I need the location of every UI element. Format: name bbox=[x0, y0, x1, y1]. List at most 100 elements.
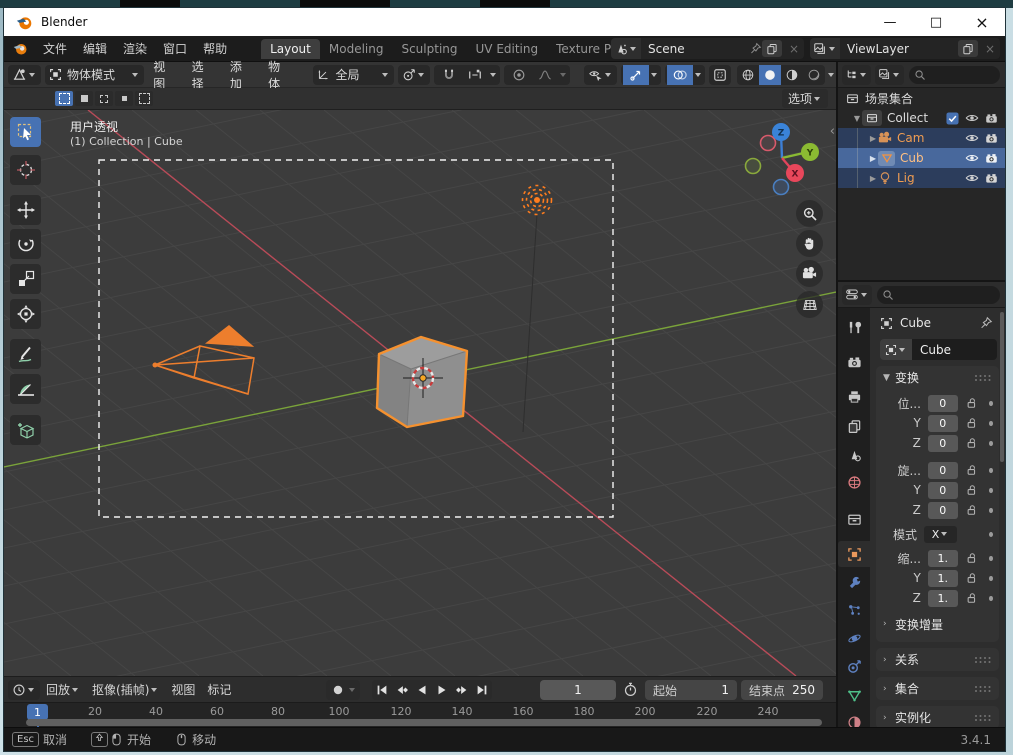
rotate-tool[interactable] bbox=[10, 229, 41, 259]
expand-arrow-icon[interactable]: ▶ bbox=[868, 174, 878, 183]
add-cube-tool[interactable] bbox=[10, 415, 41, 445]
jump-end-button[interactable] bbox=[472, 680, 492, 700]
select-mode-invert[interactable] bbox=[135, 91, 153, 106]
select-box-tool[interactable] bbox=[10, 117, 41, 147]
outliner-search-input[interactable] bbox=[909, 65, 1000, 84]
workspace-tab-modeling[interactable]: Modeling bbox=[320, 39, 393, 59]
hide-eye-icon[interactable] bbox=[965, 111, 979, 125]
animate-dot[interactable] bbox=[988, 595, 993, 601]
object-id-browse-button[interactable] bbox=[880, 339, 912, 360]
animate-dot[interactable] bbox=[988, 531, 993, 537]
gizmos-toggle[interactable] bbox=[623, 64, 650, 85]
animate-dot[interactable] bbox=[988, 467, 993, 473]
next-keyframe-button[interactable] bbox=[452, 680, 472, 700]
lock-icon[interactable] bbox=[966, 592, 978, 604]
tab-material[interactable] bbox=[838, 709, 870, 727]
shading-solid-button[interactable] bbox=[759, 64, 782, 85]
frame-start-field[interactable]: 起始 1 bbox=[645, 680, 737, 700]
outliner-row-light[interactable]: ▶ Lig bbox=[838, 168, 1005, 188]
frame-end-field[interactable]: 结束点 250 bbox=[741, 680, 823, 700]
annotate-tool[interactable] bbox=[10, 339, 41, 369]
tab-output[interactable] bbox=[838, 383, 870, 409]
animate-dot[interactable] bbox=[988, 400, 993, 406]
animate-dot[interactable] bbox=[988, 555, 993, 561]
tab-object-data[interactable] bbox=[838, 682, 870, 708]
rotation-mode-dropdown[interactable]: X bbox=[924, 525, 957, 543]
panel-grip-icon[interactable] bbox=[974, 656, 992, 664]
location-z-field[interactable]: 0 bbox=[927, 434, 958, 452]
transform-panel-header[interactable]: ▼ 变换 bbox=[876, 366, 999, 389]
proportional-edit-toggle[interactable] bbox=[506, 65, 532, 85]
sidebar-collapse-arrow[interactable]: ‹ bbox=[830, 124, 835, 139]
use-preview-range-button[interactable] bbox=[623, 682, 638, 697]
cursor-tool[interactable] bbox=[10, 155, 41, 185]
snap-target-button[interactable] bbox=[462, 65, 488, 85]
panel-grip-icon[interactable] bbox=[974, 685, 992, 693]
snap-toggle[interactable] bbox=[436, 65, 462, 85]
animate-dot[interactable] bbox=[988, 487, 993, 493]
shading-material-button[interactable] bbox=[781, 64, 804, 85]
options-dropdown[interactable]: 选项 bbox=[781, 89, 828, 108]
outliner-row-camera[interactable]: ▶ Cam bbox=[838, 128, 1005, 148]
location-y-field[interactable]: 0 bbox=[927, 414, 958, 432]
workspace-tab-sculpting[interactable]: Sculpting bbox=[392, 39, 466, 59]
hide-eye-icon[interactable] bbox=[965, 151, 979, 165]
3d-viewport[interactable]: Z Y X 用户透视 (1) Collection | Cube ‹ bbox=[4, 110, 836, 676]
workspace-tab-uvediting[interactable]: UV Editing bbox=[467, 39, 548, 59]
visibility-dropdown[interactable] bbox=[584, 64, 618, 85]
viewlayer-remove-button[interactable]: × bbox=[980, 42, 1000, 56]
properties-editor-type-button[interactable] bbox=[842, 284, 872, 305]
location-x-field[interactable]: 0 bbox=[927, 394, 958, 412]
outliner-editor-type-button[interactable] bbox=[842, 64, 871, 85]
collections-panel-header[interactable]: › 集合 bbox=[876, 677, 999, 700]
perspective-toggle-button[interactable] bbox=[796, 291, 823, 318]
menu-edit[interactable]: 编辑 bbox=[75, 40, 115, 57]
menu-window[interactable]: 窗口 bbox=[155, 40, 195, 57]
jump-start-button[interactable] bbox=[372, 680, 392, 700]
tab-constraints[interactable] bbox=[838, 653, 870, 679]
timeline-scrollbar[interactable] bbox=[26, 719, 822, 726]
play-reverse-button[interactable] bbox=[412, 680, 432, 700]
animate-dot[interactable] bbox=[988, 507, 993, 513]
hide-eye-icon[interactable] bbox=[965, 171, 979, 185]
scale-y-field[interactable]: 1. bbox=[927, 569, 958, 587]
viewlayer-name-field[interactable]: ViewLayer bbox=[840, 42, 958, 56]
timeline-menu-keying[interactable]: 抠像(插帧) bbox=[86, 681, 165, 698]
overlays-toggle[interactable] bbox=[667, 64, 694, 85]
scale-z-field[interactable]: 1. bbox=[927, 589, 958, 607]
lock-icon[interactable] bbox=[966, 437, 978, 449]
tab-scene[interactable] bbox=[838, 442, 870, 468]
outliner-display-mode-button[interactable] bbox=[875, 64, 904, 85]
hide-eye-icon[interactable] bbox=[965, 131, 979, 145]
viewlayer-browse-button[interactable] bbox=[810, 38, 840, 59]
current-frame-indicator[interactable]: 1 bbox=[27, 704, 48, 720]
lock-icon[interactable] bbox=[966, 397, 978, 409]
rotation-z-field[interactable]: 0 bbox=[927, 501, 958, 519]
maximize-button[interactable]: □ bbox=[913, 8, 959, 36]
object-name-field[interactable]: Cube bbox=[912, 339, 997, 360]
menu-view[interactable]: 视图 bbox=[144, 58, 182, 92]
scale-x-field[interactable]: 1. bbox=[927, 549, 958, 567]
tab-render[interactable] bbox=[838, 349, 870, 375]
delta-transform-panel-header[interactable]: › 变换增量 bbox=[876, 614, 999, 634]
menu-file[interactable]: 文件 bbox=[35, 40, 75, 57]
animate-dot[interactable] bbox=[988, 420, 993, 426]
transform-orientation-dropdown[interactable]: 全局 bbox=[313, 64, 395, 85]
shading-wireframe-button[interactable] bbox=[737, 64, 760, 85]
shading-rendered-button[interactable] bbox=[803, 64, 825, 85]
menu-object[interactable]: 物体 bbox=[259, 58, 297, 92]
rotation-y-field[interactable]: 0 bbox=[927, 481, 958, 499]
timeline-menu-marker[interactable]: 标记 bbox=[201, 681, 237, 698]
lock-icon[interactable] bbox=[966, 572, 978, 584]
current-frame-field[interactable]: 1 bbox=[540, 680, 616, 700]
properties-scrollbar[interactable] bbox=[1000, 312, 1004, 462]
select-mode-tweak[interactable] bbox=[55, 91, 73, 106]
mode-dropdown[interactable]: 物体模式 bbox=[45, 64, 145, 85]
workspace-tab-layout[interactable]: Layout bbox=[261, 38, 320, 59]
pan-button[interactable] bbox=[796, 230, 823, 257]
checkbox-icon[interactable] bbox=[946, 112, 959, 125]
scene-new-button[interactable] bbox=[761, 40, 782, 57]
panel-grip-icon[interactable] bbox=[974, 714, 992, 722]
tab-view-layer[interactable] bbox=[838, 413, 870, 439]
transform-tool[interactable] bbox=[10, 299, 41, 329]
